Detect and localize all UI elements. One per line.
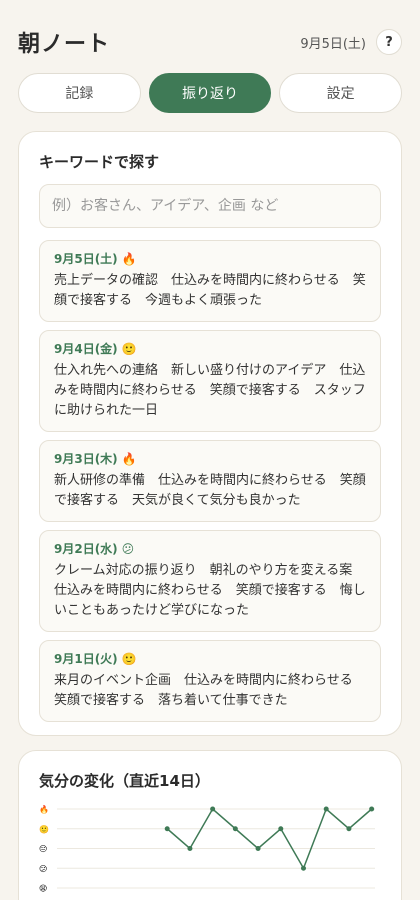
mood-point bbox=[301, 865, 306, 871]
entry-date: 9月5日(土) 🔥 bbox=[54, 251, 137, 267]
keyword-search-input[interactable] bbox=[39, 184, 381, 228]
entry-item[interactable]: 9月1日(火) 🙂 来月のイベント企画 仕込みを時間内に終わらせる 笑顔で接客す… bbox=[39, 640, 381, 722]
mood-fire-icon: 🔥 bbox=[121, 251, 137, 266]
mood-point bbox=[232, 826, 238, 832]
entry-text: 来月のイベント企画 仕込みを時間内に終わらせる 笑顔で接客する 落ち着いて仕事で… bbox=[54, 673, 366, 708]
mood-point bbox=[278, 826, 284, 832]
mood-chart-card: 気分の変化（直近14日） 🔥 🙂 😐 😕 😫 bbox=[18, 750, 402, 900]
mood-smile-icon: 🙂 bbox=[121, 651, 137, 666]
search-card: キーワードで探す 9月5日(土) 🔥 売上データの確認 仕込みを時間内に終わらせ… bbox=[18, 131, 402, 736]
mood-smile-icon: 🙂 bbox=[121, 341, 137, 356]
search-title: キーワードで探す bbox=[39, 153, 160, 171]
mood-point bbox=[255, 846, 261, 851]
mood-point bbox=[323, 806, 329, 812]
mood-point bbox=[164, 826, 170, 832]
entry-item[interactable]: 9月3日(木) 🔥 新人研修の準備 仕込みを時間内に終わらせる 笑顔で接客する … bbox=[39, 440, 381, 522]
mood-level-label: 😐 bbox=[39, 845, 47, 854]
mood-confused-icon: 😕 bbox=[121, 541, 135, 556]
mood-series-line bbox=[166, 807, 373, 870]
entry-item[interactable]: 9月4日(金) 🙂 仕入れ先への連絡 新しい盛り付けのアイデア 仕込みを時間内に… bbox=[39, 330, 381, 432]
tab-bar: 記録 振り返り 設定 bbox=[18, 73, 403, 113]
mood-point bbox=[346, 826, 352, 832]
entry-item[interactable]: 9月2日(水) 😕 クレーム対応の振り返り 朝礼のやり方を変える案 仕込みを時間… bbox=[39, 530, 381, 632]
mood-line-chart: 🔥 🙂 😐 😕 😫 bbox=[39, 804, 375, 893]
help-button[interactable]: ? bbox=[376, 29, 402, 55]
header: 朝ノート 9月5日(土) ? bbox=[18, 22, 402, 62]
current-date: 9月5日(土) bbox=[300, 36, 366, 52]
mood-level-label: 😕 bbox=[39, 864, 47, 873]
header-right: 9月5日(土) ? bbox=[300, 29, 402, 55]
entry-text: 仕入れ先への連絡 新しい盛り付けのアイデア 仕込みを時間内に終わらせる 笑顔で接… bbox=[54, 363, 366, 418]
entry-text: 売上データの確認 仕込みを時間内に終わらせる 笑顔で接客する 今週もよく頑張った bbox=[54, 273, 366, 308]
mood-point bbox=[187, 846, 193, 851]
entry-date: 9月1日(火) 🙂 bbox=[54, 651, 137, 667]
entry-date: 9月2日(水) 😕 bbox=[54, 541, 135, 557]
mood-point bbox=[210, 806, 216, 812]
tab-settings[interactable]: 設定 bbox=[279, 73, 403, 113]
tab-review[interactable]: 振り返り bbox=[148, 73, 272, 113]
mood-level-label: 🔥 bbox=[39, 804, 49, 814]
entry-date: 9月3日(木) 🔥 bbox=[54, 451, 137, 467]
entry-item[interactable]: 9月5日(土) 🔥 売上データの確認 仕込みを時間内に終わらせる 笑顔で接客する… bbox=[39, 240, 381, 322]
mood-chart-title: 気分の変化（直近14日） bbox=[39, 772, 210, 790]
entry-text: クレーム対応の振り返り 朝礼のやり方を変える案 仕込みを時間内に終わらせる 笑顔… bbox=[54, 563, 366, 618]
mood-level-label: 😫 bbox=[39, 884, 47, 893]
mood-fire-icon: 🔥 bbox=[121, 451, 137, 466]
entry-text: 新人研修の準備 仕込みを時間内に終わらせる 笑顔で接客する 天気が良くて気分も良… bbox=[54, 473, 366, 508]
entry-list: 9月5日(土) 🔥 売上データの確認 仕込みを時間内に終わらせる 笑顔で接客する… bbox=[39, 240, 381, 722]
entry-date: 9月4日(金) 🙂 bbox=[54, 341, 137, 357]
tab-record[interactable]: 記録 bbox=[18, 73, 141, 113]
app-title: 朝ノート bbox=[18, 32, 111, 57]
mood-point bbox=[369, 806, 375, 812]
mood-level-label: 🙂 bbox=[39, 825, 49, 834]
help-icon: ? bbox=[385, 34, 393, 50]
